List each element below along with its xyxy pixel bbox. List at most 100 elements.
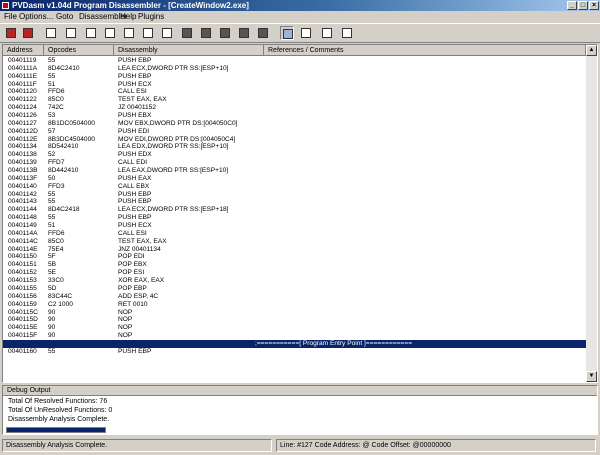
column-references[interactable]: References / Comments <box>264 45 586 56</box>
table-row[interactable]: 0040115C 90 NOP <box>3 309 586 317</box>
scroll-up-button[interactable]: ▲ <box>586 45 597 56</box>
address-cell: 00401140 <box>8 182 37 190</box>
opcode-cell: 5E <box>48 269 57 277</box>
table-row[interactable]: 00401138 52 PUSH EDX <box>3 151 586 159</box>
disassembly-cell: CALL ESI <box>118 229 147 237</box>
table-row[interactable]: 00401159 C2 1000 RET 0010 <box>3 301 586 309</box>
vertical-scrollbar[interactable]: ▲ ▼ <box>586 45 597 382</box>
table-row[interactable]: 00401153 33C0 XOR EAX, EAX <box>3 277 586 285</box>
about-icon[interactable] <box>340 26 354 40</box>
table-row[interactable]: 00401119 55 PUSH EBP <box>3 57 586 65</box>
table-row[interactable]: 0040112D 57 PUSH EDI <box>3 128 586 136</box>
find-next-icon[interactable] <box>218 26 232 40</box>
table-row[interactable]: 0040114E 75E4 JNZ 00401134 <box>3 246 586 254</box>
address-cell: 00401151 <box>8 261 37 269</box>
table-row[interactable]: 0040111A 8D4C2410 LEA ECX,DWORD PTR SS:[ES… <box>3 65 586 73</box>
goto-entry-icon[interactable] <box>64 26 78 40</box>
column-address[interactable]: Address <box>3 45 44 56</box>
disassembly-cell: CALL EDI <box>118 159 148 167</box>
table-row[interactable]: 0040115E 90 NOP <box>3 324 586 332</box>
table-row[interactable]: 0040113B 8D442410 LEA EAX,DWORD PTR SS:[ES… <box>3 167 586 175</box>
app-icon[interactable] <box>2 2 9 9</box>
toolbar <box>0 23 600 43</box>
data-icon[interactable] <box>103 26 117 40</box>
disassembly-cell: XOR EAX, EAX <box>118 277 165 285</box>
column-disassembly[interactable]: Disassembly <box>114 45 264 56</box>
table-row[interactable]: 00401143 55 PUSH EBP <box>3 198 586 206</box>
disassembly-cell: PUSH EBP <box>118 57 152 64</box>
table-row[interactable]: 0040115F 90 NOP <box>3 332 586 340</box>
opcode-cell: FFD6 <box>48 88 65 96</box>
table-row[interactable]: 00401122 85C0 TEST EAX, EAX <box>3 96 586 104</box>
disassembly-cell: TEST EAX, EAX <box>118 96 167 104</box>
goto-address-icon[interactable] <box>84 26 98 40</box>
entry-point-row[interactable]: ;===========[ Program Entry Point ]=====… <box>3 339 586 348</box>
search-icon[interactable] <box>199 26 213 40</box>
disassembly-cell: PUSH EBP <box>118 214 152 222</box>
table-row[interactable]: 00401139 FFD7 CALL EDI <box>3 159 586 167</box>
open-icon[interactable] <box>4 26 18 40</box>
address-cell: 00401119 <box>8 57 37 64</box>
table-row[interactable]: 0040111E 55 PUSH EBP <box>3 73 586 81</box>
menu-options[interactable]: Options... <box>19 12 53 21</box>
address-cell: 00401143 <box>8 198 37 206</box>
menu-help[interactable]: Help <box>120 12 136 21</box>
menu-plugins[interactable]: Plugins <box>138 12 164 21</box>
list-view-icon[interactable] <box>280 26 294 40</box>
address-cell: 0040113B <box>8 167 38 175</box>
close-button[interactable]: × <box>589 1 599 10</box>
plugins-icon[interactable] <box>256 26 270 40</box>
address-cell: 00401134 <box>8 143 37 151</box>
grid-view-icon[interactable] <box>299 26 313 40</box>
opcode-cell: 53 <box>48 112 56 120</box>
table-row[interactable]: 00401127 8B1DC0504000 MOV EBX,DWORD PTR DS… <box>3 120 586 128</box>
table-row[interactable]: 0040114C 85C0 TEST EAX, EAX <box>3 238 586 246</box>
table-row[interactable]: 00401126 53 PUSH EBX <box>3 112 586 120</box>
disassembly-cell: LEA ECX,DWORD PTR SS:[ESP+18] <box>118 206 229 214</box>
debug-line: Total Of UnResolved Functions: 0 <box>8 407 113 414</box>
table-row[interactable]: 0040112E 8B3DC4504000 MOV EDI,DWORD PTR DS… <box>3 136 586 144</box>
exports-icon[interactable] <box>141 26 155 40</box>
table-row[interactable]: 00401148 55 PUSH EBP <box>3 214 586 222</box>
table-row[interactable]: 00401120 FFD6 CALL ESI <box>3 88 586 96</box>
minimize-button[interactable]: _ <box>567 1 577 10</box>
table-row[interactable]: 00401155 5D POP EBP <box>3 285 586 293</box>
table-row[interactable]: 00401150 5F POP EDI <box>3 253 586 261</box>
disassemble-icon[interactable] <box>44 26 58 40</box>
opcode-cell: 90 <box>48 308 56 316</box>
save-icon[interactable] <box>21 26 35 40</box>
disassembly-cell: MOV EBX,DWORD PTR DS:[004050C0] <box>118 119 238 127</box>
table-row[interactable]: 0040114A FFD6 CALL ESI <box>3 230 586 238</box>
scroll-down-button[interactable]: ▼ <box>586 371 597 382</box>
table-row[interactable]: 00401144 8D4C2418 LEA ECX,DWORD PTR SS:[ES… <box>3 206 586 214</box>
table-row[interactable]: 00401142 55 PUSH EBP <box>3 191 586 199</box>
menu-goto[interactable]: Goto <box>56 12 73 21</box>
table-row[interactable]: 00401149 51 PUSH ECX <box>3 222 586 230</box>
address-cell: 00401152 <box>8 269 37 277</box>
address-cell: 0040115D <box>8 316 38 324</box>
tree-view-icon[interactable] <box>320 26 334 40</box>
table-row[interactable]: 0040111F 51 PUSH ECX <box>3 81 586 89</box>
maximize-button[interactable]: □ <box>578 1 588 10</box>
table-row[interactable]: 00401124 742C JZ 00401152 <box>3 104 586 112</box>
table-row[interactable]: 00401152 5E POP ESI <box>3 269 586 277</box>
entry-point-label: ;===========[ Program Entry Point ]=====… <box>255 339 413 347</box>
address-cell: 00401153 <box>8 277 37 285</box>
options-icon[interactable] <box>237 26 251 40</box>
menu-file[interactable]: File <box>4 12 17 21</box>
table-row[interactable]: 00401156 83C44C ADD ESP, 4C <box>3 293 586 301</box>
table-row[interactable]: 00401151 5B POP EBX <box>3 261 586 269</box>
address-cell: 0040113F <box>8 174 38 182</box>
table-row[interactable]: 00401140 FFD3 CALL EBX <box>3 183 586 191</box>
table-row[interactable]: 0040113F 50 PUSH EAX <box>3 175 586 183</box>
debug-line: Total Of Resolved Functions: 76 <box>8 398 108 405</box>
strings-icon[interactable] <box>180 26 194 40</box>
column-opcodes[interactable]: Opcodes <box>44 45 114 56</box>
disassembly-list[interactable]: Address Opcodes Disassembly References /… <box>2 44 598 383</box>
address-cell: 00401160 <box>8 347 37 355</box>
imports-icon[interactable] <box>122 26 136 40</box>
table-row[interactable]: 0040115D 90 NOP <box>3 316 586 324</box>
table-row[interactable]: 00401160 55 PUSH EBP <box>3 348 586 356</box>
table-row[interactable]: 00401134 8D542410 LEA EDX,DWORD PTR SS:[ES… <box>3 143 586 151</box>
xrefs-icon[interactable] <box>160 26 174 40</box>
